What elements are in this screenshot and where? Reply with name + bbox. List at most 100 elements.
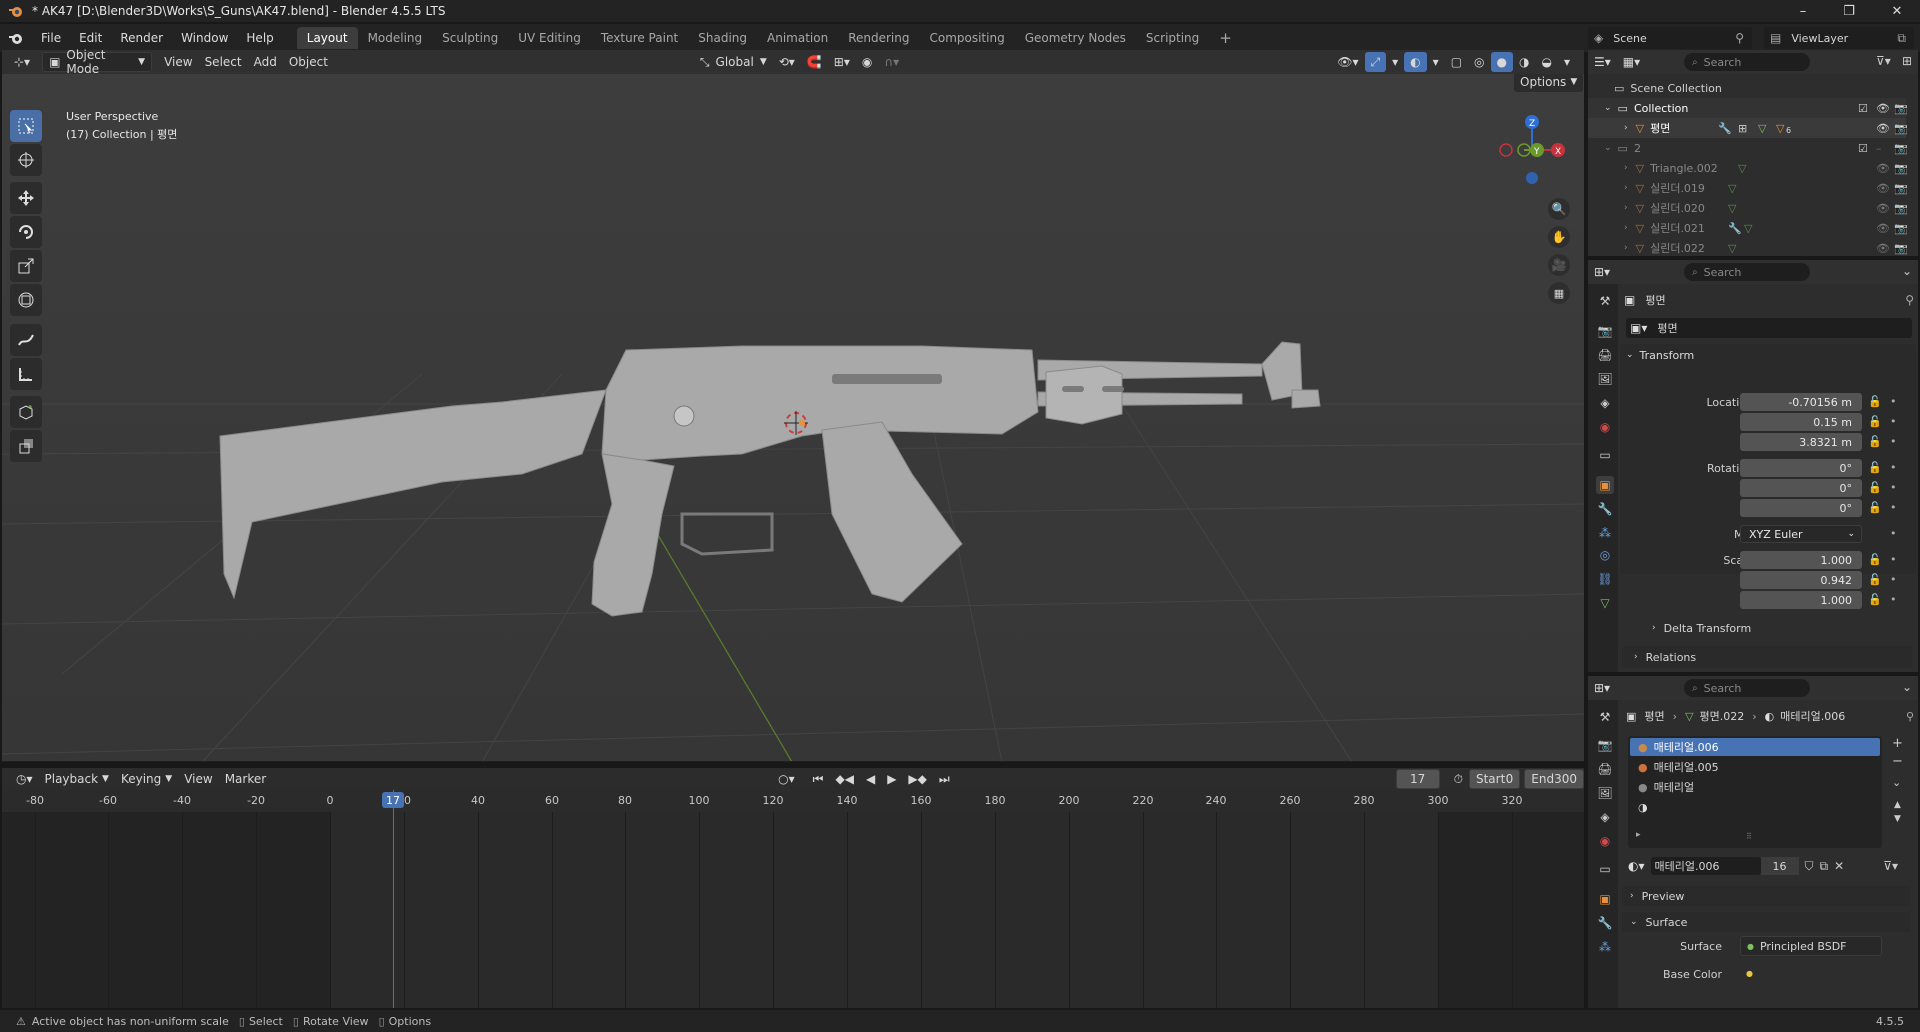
orientation-dropdown[interactable]: ⤡ Global ▼ [694, 52, 773, 72]
preview-section[interactable]: › Preview [1622, 886, 1910, 906]
keyframe-dot-icon[interactable]: • [1890, 461, 1897, 474]
pin-icon[interactable]: ⚲ [1906, 710, 1914, 723]
collection-tab-icon[interactable]: ▭ [1596, 860, 1614, 878]
maximize-button[interactable]: ❐ [1826, 0, 1872, 22]
camera-icon[interactable]: 📷 [1894, 142, 1908, 155]
tab-geometry-nodes[interactable]: Geometry Nodes [1015, 27, 1136, 49]
modifier-tab-icon[interactable]: 🔧 [1596, 500, 1614, 518]
camera-icon[interactable]: 📷 [1894, 182, 1908, 195]
chevron-down-icon[interactable]: ⌄ [1902, 264, 1912, 278]
rotation-y-field[interactable]: 0° [1740, 479, 1862, 497]
material-slot-item-empty[interactable]: ◑ [1630, 798, 1880, 816]
outliner-row-cylinder-019[interactable]: › ▽ 실린더.019 ▽ 👁 📷 [1588, 178, 1908, 198]
lock-icon[interactable]: 🔓 [1868, 593, 1882, 606]
copy-icon[interactable]: ⧉ [1897, 31, 1906, 46]
tool-tab-icon[interactable]: ⚒ [1596, 292, 1614, 310]
surface-shader-field[interactable]: ● Principled BSDF [1740, 936, 1882, 956]
add-slot-icon[interactable]: + [1892, 736, 1903, 751]
visibility-icon[interactable]: 👁▾ [1331, 52, 1364, 72]
tab-compositing[interactable]: Compositing [919, 27, 1014, 49]
falloff-icon[interactable]: ∩▾ [878, 52, 905, 72]
prev-keyframe-icon[interactable]: ◆◀ [829, 769, 859, 789]
tab-uv-editing[interactable]: UV Editing [508, 27, 591, 49]
rotation-mode-dropdown[interactable]: XYZ Euler ⌄ [1740, 525, 1862, 543]
transform-tool-icon[interactable] [10, 284, 42, 316]
menu-select[interactable]: Select [199, 52, 248, 72]
tab-animation[interactable]: Animation [757, 27, 838, 49]
render-tab-icon[interactable]: 📷 [1596, 322, 1614, 340]
lock-icon[interactable]: 🔓 [1868, 553, 1882, 566]
outliner-search-input[interactable]: ⌕ Search [1684, 53, 1810, 71]
end-frame-field[interactable]: End 300 [1524, 769, 1584, 789]
tab-sculpting[interactable]: Sculpting [432, 27, 508, 49]
play-reverse-icon[interactable]: ◀ [860, 769, 881, 789]
start-frame-field[interactable]: Start 0 [1468, 769, 1521, 789]
outliner-row-object-active[interactable]: › ▽ 평면 🔧 ⊞ ▽ ▽ 6 👁 📷 [1588, 118, 1908, 138]
node-link-icon[interactable]: ⊽▾ [1883, 859, 1898, 873]
filter-icon[interactable]: ⊽▾ [1876, 54, 1891, 68]
snap-target-icon[interactable]: ⊞▾ [828, 52, 856, 72]
camera-icon[interactable]: 📷 [1894, 222, 1908, 235]
menu-marker[interactable]: Marker [219, 769, 272, 789]
xray-icon[interactable]: ▢ [1445, 52, 1468, 72]
scene-tab-icon[interactable]: ◈ [1596, 808, 1614, 826]
outliner-row-scene-collection[interactable]: ▭ Scene Collection [1588, 78, 1906, 98]
eye-icon[interactable]: 👁 [1876, 222, 1890, 235]
delta-transform-section[interactable]: › Delta Transform [1646, 618, 1906, 638]
duplicate-icon[interactable]: ⧉ [1820, 859, 1829, 874]
rotation-z-field[interactable]: 0° [1740, 499, 1862, 517]
move-tool-icon[interactable] [10, 182, 42, 214]
scale-tool-icon[interactable] [10, 250, 42, 282]
pan-hand-icon[interactable]: ✋ [1548, 226, 1570, 248]
proportional-edit-icon[interactable]: ◉ [856, 52, 878, 72]
mode-dropdown[interactable]: ▣ Object Mode ▼ [42, 48, 153, 76]
add-cube-tool-icon[interactable] [10, 396, 42, 428]
output-tab-icon[interactable]: 🖨 [1596, 760, 1614, 778]
solid-shading-icon[interactable]: ● [1490, 52, 1513, 72]
eye-icon[interactable]: 👁 [1876, 242, 1890, 255]
move-up-icon[interactable]: ▲ [1894, 800, 1901, 810]
material-browse-icon[interactable]: ◐▾ [1628, 859, 1645, 873]
menu-keying[interactable]: Keying ▼ [115, 769, 178, 789]
object-datablock-field[interactable]: ▣▾ 평면 [1626, 318, 1912, 338]
tab-shading[interactable]: Shading [688, 27, 757, 49]
rotate-tool-icon[interactable] [10, 216, 42, 248]
menu-object[interactable]: Object [283, 52, 334, 72]
collection-tab-icon[interactable]: ▭ [1596, 446, 1614, 464]
pivot-icon[interactable]: ⟲▾ [773, 52, 801, 72]
cursor-tool-icon[interactable] [10, 144, 42, 176]
material-users-count[interactable]: 16 [1760, 857, 1799, 875]
outliner-editor-icon[interactable]: ☰▾ [1588, 52, 1617, 72]
view-layer-tab-icon[interactable]: 🖼 [1596, 784, 1614, 802]
eye-icon[interactable]: 👁 [1876, 102, 1890, 115]
keyframe-dot-icon[interactable]: • [1890, 481, 1897, 494]
eye-icon[interactable]: – [1876, 142, 1882, 155]
outliner-row-cylinder-022[interactable]: › ▽ 실린더.022 ▽ 👁 📷 [1588, 238, 1908, 258]
auto-key-icon[interactable]: ○▾ [772, 769, 801, 789]
world-tab-icon[interactable]: ◉ [1596, 832, 1614, 850]
material-slot-item[interactable]: ● 매테리얼 [1630, 778, 1880, 796]
properties-editor-icon[interactable]: ⊞▾ [1588, 262, 1616, 282]
current-frame-field[interactable]: 17 [1395, 769, 1440, 789]
keyframe-dot-icon[interactable]: • [1890, 553, 1897, 566]
constraint-tab-icon[interactable]: ⛓ [1596, 570, 1614, 588]
outliner-row-collection-2[interactable]: ⌄ ▭ 2 ☑ – 📷 [1588, 138, 1908, 158]
display-mode-icon[interactable]: ▦▾ [1617, 52, 1646, 72]
pin-icon[interactable]: ⚲ [1905, 293, 1914, 307]
overlay-dropdown-icon[interactable]: ▾ [1427, 52, 1445, 72]
camera-view-icon[interactable]: 🎥 [1548, 254, 1570, 276]
camera-icon[interactable]: 📷 [1894, 162, 1908, 175]
keyframe-dot-icon[interactable]: • [1890, 395, 1897, 408]
menu-timeline-view[interactable]: View [178, 769, 218, 789]
scene-tab-icon[interactable]: ◈ [1596, 394, 1614, 412]
editor-type-icon[interactable]: ⊹▾ [8, 52, 36, 72]
overlay-toggle-icon[interactable]: ◐ [1404, 52, 1427, 72]
menu-help[interactable]: Help [237, 27, 282, 49]
properties-search-input[interactable]: ⌕ Search [1684, 263, 1810, 281]
jump-end-icon[interactable]: ⏭ [933, 769, 956, 789]
tab-modeling[interactable]: Modeling [358, 27, 433, 49]
world-tab-icon[interactable]: ◉ [1596, 418, 1614, 436]
wireframe-shading-icon[interactable]: ◎ [1468, 52, 1490, 72]
object-tab-icon[interactable]: ▣ [1596, 890, 1614, 908]
menu-render[interactable]: Render [111, 27, 172, 49]
